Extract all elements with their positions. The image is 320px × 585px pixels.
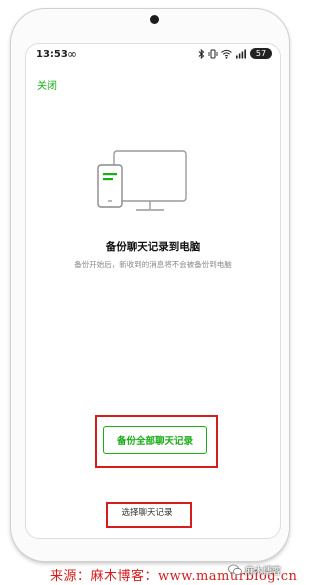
- signal-icon: [236, 49, 246, 58]
- bluetooth-icon: [198, 48, 205, 59]
- status-time: 13:53: [36, 49, 68, 60]
- watermark: 麻木博客: [228, 561, 294, 579]
- phone-to-computer-illustration: [97, 150, 187, 211]
- page-subtitle: 备份开始后，新收到的消息将不会被备份到电脑: [74, 260, 232, 269]
- select-chats-button[interactable]: 选择聊天记录: [106, 506, 188, 518]
- status-icons: 57: [198, 48, 272, 59]
- wifi-icon: [221, 49, 232, 59]
- wechat-logo-icon: [228, 564, 242, 576]
- close-button[interactable]: 关闭: [37, 77, 57, 92]
- vibrate-icon: [208, 49, 218, 58]
- watermark-text: 麻木博客: [245, 566, 282, 577]
- page-title: 备份聊天记录到电脑: [105, 241, 201, 253]
- front-camera: [150, 15, 159, 24]
- status-bar: 13:53 ∞ 57: [26, 44, 280, 66]
- backup-all-button[interactable]: 备份全部聊天记录: [103, 426, 207, 454]
- battery-indicator: 57: [250, 48, 272, 59]
- loop-icon: ∞: [67, 47, 77, 61]
